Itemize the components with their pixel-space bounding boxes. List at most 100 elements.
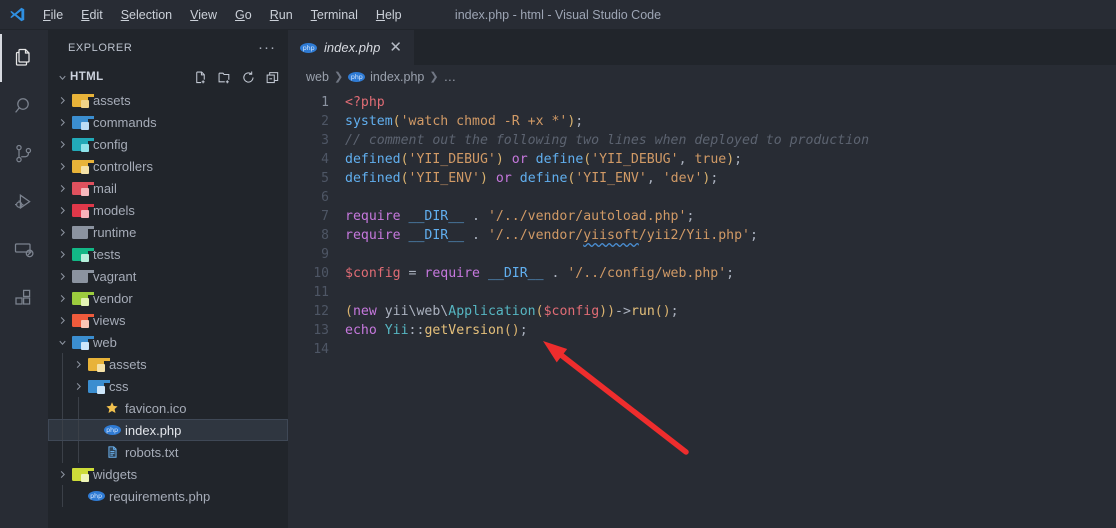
tree-folder-assets[interactable]: assets	[48, 353, 288, 375]
line-number: 7	[321, 209, 329, 224]
twisty-placeholder	[86, 441, 102, 463]
menu-help[interactable]: Help	[367, 4, 411, 26]
activity-remote[interactable]	[0, 226, 48, 274]
tree-folder-commands[interactable]: commands	[48, 111, 288, 133]
code-line[interactable]	[345, 245, 1116, 264]
tree-folder-mail[interactable]: mail	[48, 177, 288, 199]
menu-bar: File Edit Selection View Go Run Terminal…	[34, 4, 411, 26]
tree-folder-widgets[interactable]: widgets	[48, 463, 288, 485]
activity-run-debug[interactable]	[0, 178, 48, 226]
menu-selection[interactable]: Selection	[112, 4, 181, 26]
tree-file-index-php[interactable]: php index.php	[48, 419, 288, 441]
php-file-icon: php	[348, 71, 366, 82]
folder-icon	[86, 357, 111, 372]
tree-folder-vagrant[interactable]: vagrant	[48, 265, 288, 287]
activity-search[interactable]	[0, 82, 48, 130]
explorer-root-actions	[193, 70, 280, 85]
tree-file-robots-txt[interactable]: robots.txt	[48, 441, 288, 463]
code-line[interactable]: defined('YII_ENV') or define('YII_ENV', …	[345, 169, 1116, 188]
menu-terminal[interactable]: Terminal	[302, 4, 367, 26]
menu-go[interactable]: Go	[226, 4, 261, 26]
line-number-gutter: 1 2 3 4 5 6 7 8 9 10 11 12 13 14	[288, 88, 343, 528]
explorer-more-icon[interactable]: ···	[258, 40, 276, 55]
line-number: 6	[321, 190, 329, 205]
code-content[interactable]: <?php system('watch chmod -R +x *');// co…	[343, 88, 1116, 528]
new-folder-icon[interactable]	[217, 70, 232, 85]
chevron-right-icon	[54, 287, 70, 309]
code-line[interactable]: system('watch chmod -R +x *');	[345, 112, 1116, 131]
tab-label: index.php	[324, 40, 381, 55]
tree-file-requirements-php[interactable]: php requirements.php	[48, 485, 288, 507]
breadcrumb-web[interactable]: web	[306, 70, 329, 84]
code-line[interactable]: require __DIR__ . '/../vendor/yiisoft/yi…	[345, 226, 1116, 245]
chevron-right-icon	[54, 265, 70, 287]
code-line[interactable]: require __DIR__ . '/../vendor/autoload.p…	[345, 207, 1116, 226]
menu-edit[interactable]: Edit	[72, 4, 112, 26]
files-icon	[12, 46, 36, 70]
activity-extensions[interactable]	[0, 274, 48, 322]
folder-icon	[70, 247, 95, 262]
chevron-right-icon	[70, 353, 86, 375]
indent-guide	[62, 485, 63, 507]
code-editor[interactable]: 1 2 3 4 5 6 7 8 9 10 11 12 13 14 <?php system('watch c…	[288, 88, 1116, 528]
code-line[interactable]	[345, 283, 1116, 302]
menu-run[interactable]: Run	[261, 4, 302, 26]
folder-icon	[70, 269, 95, 283]
breadcrumb-separator: ❯	[333, 71, 344, 83]
tree-file-favicon-ico[interactable]: favicon.ico	[48, 397, 288, 419]
tree-folder-assets[interactable]: assets	[48, 89, 288, 111]
tree-folder-controllers[interactable]: controllers	[48, 155, 288, 177]
chevron-right-icon	[54, 111, 70, 133]
chevron-right-icon	[54, 155, 70, 177]
php-file-icon: php	[300, 42, 317, 53]
chevron-right-icon	[54, 133, 70, 155]
chevron-right-icon	[54, 463, 70, 485]
code-line[interactable]	[345, 188, 1116, 207]
tree-folder-config[interactable]: config	[48, 133, 288, 155]
code-line[interactable]: <?php	[345, 93, 1116, 112]
search-icon	[12, 94, 36, 118]
folder-icon	[70, 335, 95, 350]
tree-folder-models[interactable]: models	[48, 199, 288, 221]
code-line[interactable]	[345, 340, 1116, 359]
indent-guide	[78, 419, 79, 441]
tree-folder-tests[interactable]: tests	[48, 243, 288, 265]
twisty-placeholder	[86, 419, 102, 441]
menu-view[interactable]: View	[181, 4, 226, 26]
tree-folder-vendor[interactable]: vendor	[48, 287, 288, 309]
menu-help-rest: elp	[384, 7, 402, 22]
chevron-right-icon	[54, 309, 70, 331]
explorer-root-row[interactable]: HTML	[48, 65, 288, 89]
tree-folder-views[interactable]: views	[48, 309, 288, 331]
breadcrumb-symbols[interactable]: …	[444, 70, 457, 84]
code-line[interactable]: // comment out the following two lines w…	[345, 131, 1116, 150]
tree-folder-css[interactable]: css	[48, 375, 288, 397]
folder-icon	[70, 313, 95, 328]
tab-index-php[interactable]: php index.php ✕	[288, 30, 415, 65]
tree-folder-runtime[interactable]: runtime	[48, 221, 288, 243]
refresh-icon[interactable]	[241, 70, 256, 85]
editor-tabs-bar: php index.php ✕	[288, 30, 1116, 65]
code-line[interactable]: echo Yii::getVersion();	[345, 321, 1116, 340]
folder-icon	[70, 159, 95, 174]
code-line[interactable]: (new yii\web\Application($config))->run(…	[345, 302, 1116, 321]
tree-item-label: assets	[109, 356, 147, 372]
breadcrumb-separator-2: ❯	[429, 71, 439, 83]
tree-folder-web[interactable]: web	[48, 331, 288, 353]
chevron-right-icon	[54, 199, 70, 221]
activity-source-control[interactable]	[0, 130, 48, 178]
menu-file[interactable]: File	[34, 4, 72, 26]
collapse-all-icon[interactable]	[265, 70, 280, 85]
new-file-icon[interactable]	[193, 70, 208, 85]
code-line[interactable]: $config = require __DIR__ . '/../config/…	[345, 264, 1116, 283]
tree-item-label: requirements.php	[109, 488, 211, 504]
activity-explorer[interactable]	[0, 34, 48, 82]
close-icon[interactable]: ✕	[387, 40, 404, 55]
menu-terminal-rest: erminal	[316, 7, 358, 22]
line-number: 10	[313, 266, 329, 281]
line-number: 3	[321, 133, 329, 148]
folder-icon	[70, 467, 95, 482]
tree-item-label: index.php	[125, 422, 182, 438]
breadcrumb-index-php[interactable]: php index.php	[348, 70, 424, 84]
code-line[interactable]: defined('YII_DEBUG') or define('YII_DEBU…	[345, 150, 1116, 169]
